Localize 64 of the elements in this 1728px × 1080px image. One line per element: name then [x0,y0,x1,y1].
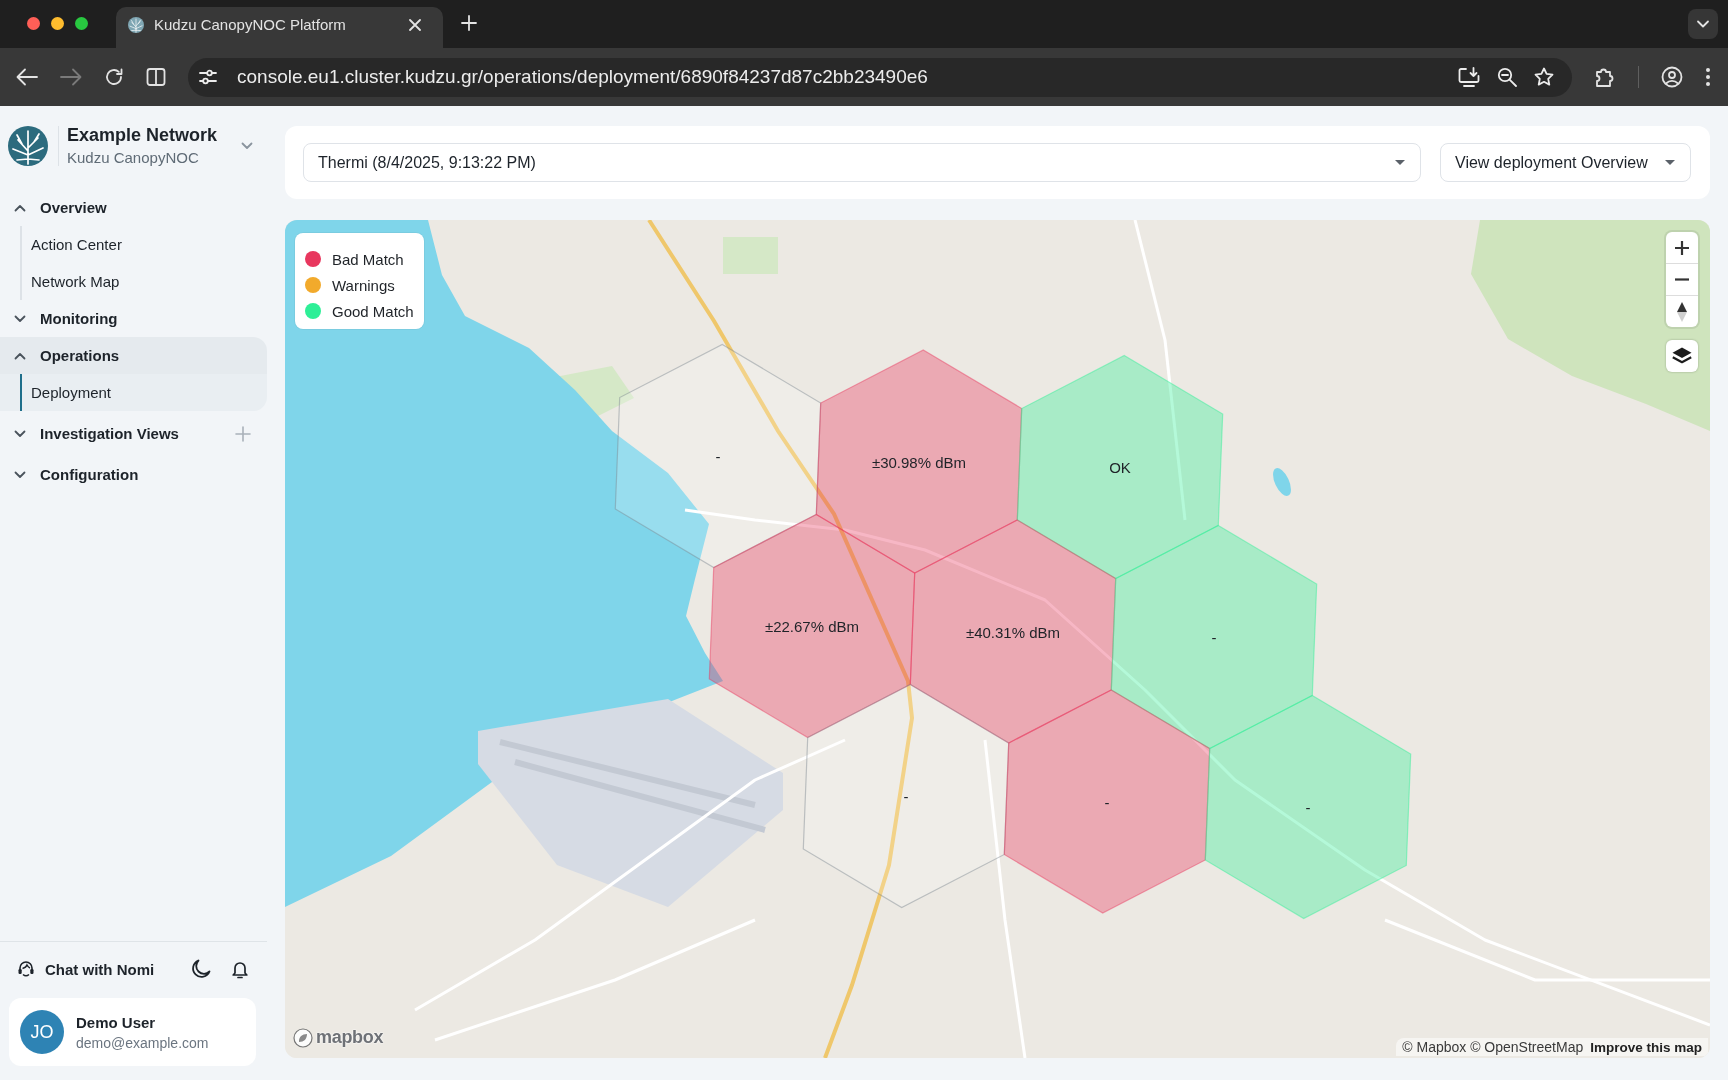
minus-icon[interactable] [1675,278,1689,281]
hex-label: - [1211,628,1217,646]
right-arrow-icon[interactable] [60,68,82,86]
user-name: Demo User [76,1013,157,1031]
nav-item[interactable]: Action Center [0,226,267,263]
caret-down-icon [1395,160,1405,165]
attribution-text[interactable]: © Mapbox © OpenStreetMap [1402,1039,1584,1055]
workspace-name: Example Network [67,125,219,145]
maximize-window-icon[interactable] [75,16,88,30]
address-bar[interactable]: console.eu1.cluster.kudzu.gr/operations/deployment/6890f84237d87c2bb23490e6 [188,57,1572,97]
nav-group[interactable]: Overview [0,189,267,226]
nav-group[interactable]: Configuration [0,456,267,493]
chevron-down-icon[interactable] [1688,9,1718,39]
monitor-download-icon[interactable] [1458,67,1480,87]
puzzle-piece-icon[interactable] [1594,66,1616,88]
park-area [723,237,778,274]
nav-group[interactable]: Investigation Views [0,415,235,452]
reload-icon[interactable] [104,67,124,87]
logo-mark-icon [293,1027,313,1048]
deployment-select[interactable]: Thermi (8/4/2025, 9:13:22 PM) [303,143,1421,182]
hex-label: - [1305,798,1311,816]
star-icon[interactable] [1534,67,1554,87]
improve-map-link[interactable]: Improve this map [1590,1039,1702,1055]
hex-label: - [903,787,909,805]
legend-label: Bad Match [332,250,404,268]
close-icon[interactable] [409,18,421,31]
workspace-subtitle: Kudzu CanopyNOC [67,149,200,167]
hex-label: ±22.67% dBm [764,617,860,635]
headset-icon [17,960,35,978]
close-window-icon[interactable] [27,16,40,30]
chat-button[interactable]: Chat with Nomi [17,960,155,978]
hex-label: ±40.31% dBm [965,623,1061,640]
minimize-window-icon[interactable] [51,16,64,30]
caret-down-icon [1665,160,1675,165]
tree-logo-icon [128,16,144,33]
hex-label: OK [1109,458,1131,476]
nav-item[interactable]: Network Map [0,263,267,300]
user-email: demo@example.com [76,1034,209,1051]
hex-label: - [1104,793,1110,810]
sliders-icon[interactable] [199,69,217,85]
person-circle-icon[interactable] [1661,66,1683,88]
tree-logo-icon [8,126,48,166]
split-panel-icon[interactable] [146,67,166,87]
moon-icon[interactable] [191,959,211,979]
user-card[interactable]: JO Demo User demo@example.com [9,998,256,1066]
hex-label: ±30.98% dBm [871,453,967,470]
legend-label: Good Match [332,302,414,320]
layers-icon[interactable] [1666,340,1698,372]
north-arrow-icon[interactable] [1677,301,1687,322]
legend-label: Warnings [332,276,395,294]
plus-icon[interactable] [1675,240,1689,255]
bell-icon[interactable] [232,959,248,979]
nav-group[interactable]: Operations [0,337,267,374]
nav-group[interactable]: Monitoring [0,300,267,337]
lake [1273,468,1291,496]
hex-label: - [715,447,721,465]
nav-item[interactable]: Deployment [0,374,267,411]
user-avatar: JO [20,1010,64,1054]
view-select[interactable]: View deployment Overview [1440,143,1691,182]
map-logo-text[interactable]: mapbox [316,1027,384,1048]
magnifier-minus-icon[interactable] [1497,67,1517,87]
kebab-menu-icon[interactable] [1705,67,1711,87]
browser-tab[interactable]: Kudzu CanopyNOC Platform [116,7,443,48]
left-arrow-icon[interactable] [16,68,38,86]
